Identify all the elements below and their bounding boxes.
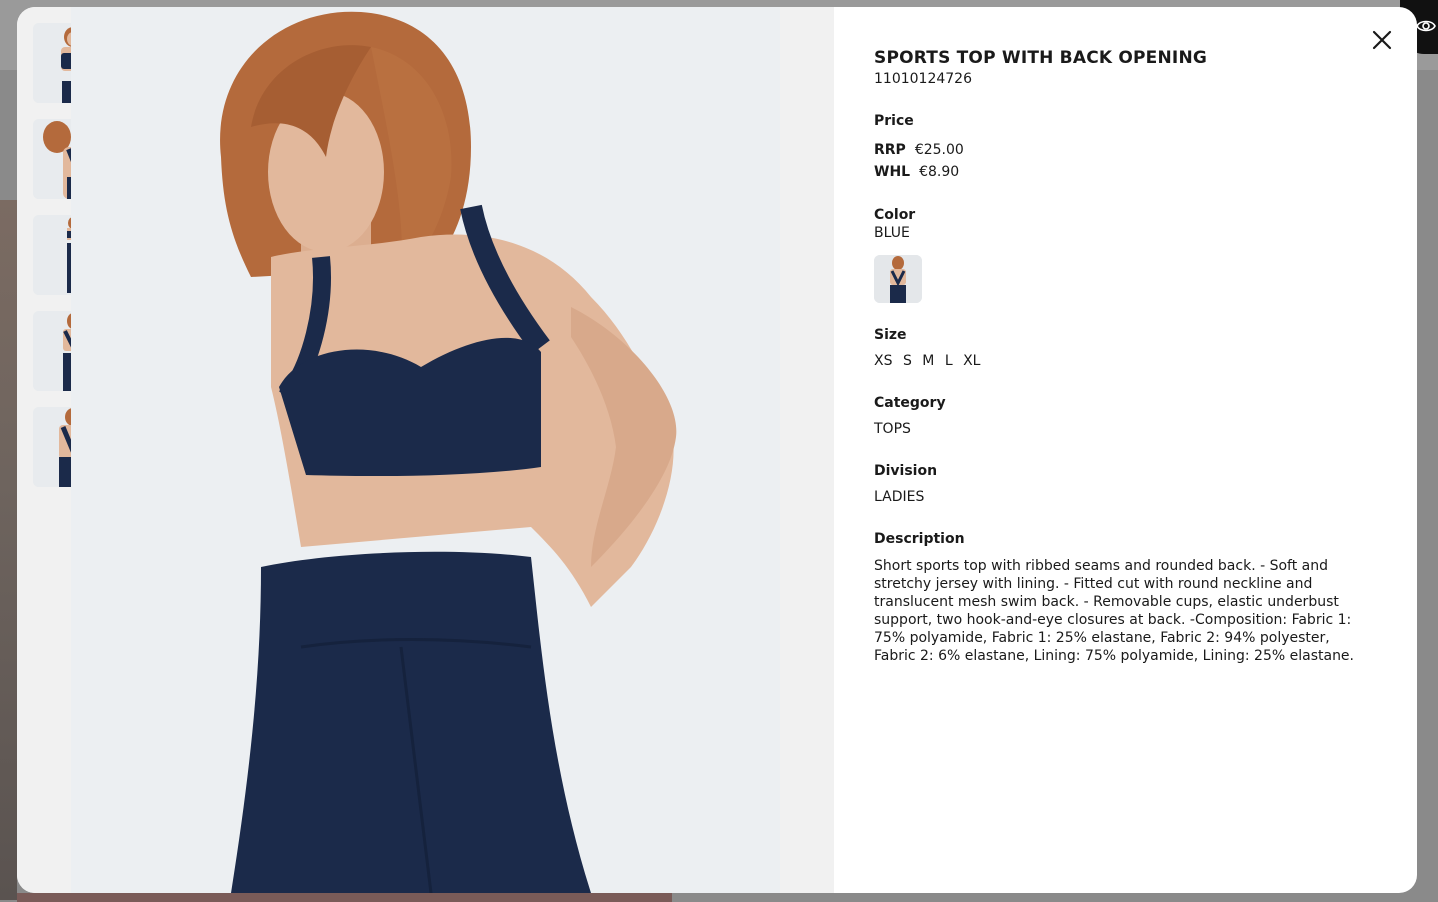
description-text: Short sports top with ribbed seams and r… [874, 558, 1354, 664]
product-photo [71, 7, 780, 893]
eye-icon [1416, 20, 1436, 32]
category-label: Category [874, 395, 946, 411]
main-product-image [71, 7, 780, 893]
product-title: SPORTS TOP WITH BACK OPENING [874, 48, 1208, 68]
size-option[interactable]: XS [874, 353, 892, 369]
size-option[interactable]: XL [963, 353, 980, 369]
size-option[interactable]: S [903, 353, 912, 369]
description-label: Description [874, 531, 965, 547]
close-icon [1372, 30, 1392, 50]
color-label: Color [874, 207, 916, 223]
color-value: BLUE [874, 225, 910, 241]
rrp-label: RRP [874, 142, 906, 158]
background-content-bottom [17, 893, 672, 902]
whl-value: €8.90 [919, 164, 960, 180]
division-value: LADIES [874, 489, 925, 505]
size-label: Size [874, 327, 907, 343]
color-swatch[interactable] [874, 255, 922, 303]
swatch-image [874, 255, 922, 303]
size-option[interactable]: L [945, 353, 953, 369]
price-rrp: RRP €25.00 [874, 142, 964, 158]
rrp-value: €25.00 [914, 142, 964, 158]
background-content [0, 200, 17, 900]
image-panel-gutter [780, 7, 834, 893]
product-sku: 11010124726 [874, 71, 972, 87]
size-option[interactable]: M [922, 353, 934, 369]
division-label: Division [874, 463, 938, 479]
price-whl: WHL €8.90 [874, 164, 959, 180]
product-detail-modal: SPORTS TOP WITH BACK OPENING 11010124726… [17, 7, 1417, 893]
price-label: Price [874, 113, 914, 129]
category-value: TOPS [874, 421, 911, 437]
whl-label: WHL [874, 164, 911, 180]
close-button[interactable] [1367, 25, 1397, 55]
size-list: XS S M L XL [874, 353, 986, 369]
